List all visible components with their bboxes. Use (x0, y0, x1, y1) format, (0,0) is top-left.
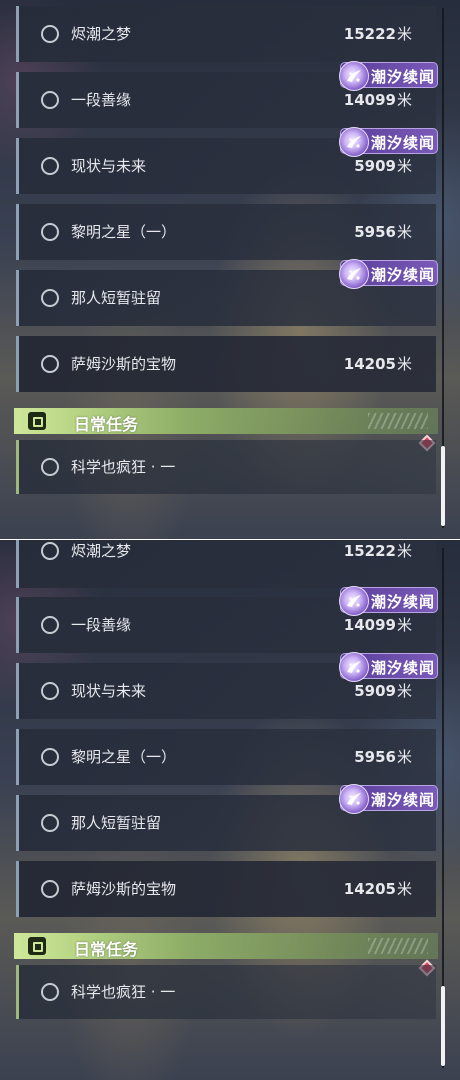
quest-title: 黎明之星（一） (71, 223, 177, 241)
quest-title: 现状与未来 (71, 682, 147, 700)
exclamation-box-icon: ! (28, 937, 46, 955)
quest-distance: 5956米 (354, 223, 412, 241)
circle-outline-icon (41, 458, 59, 476)
quest-distance: 14099米 (343, 91, 412, 109)
quest-row[interactable]: 烬潮之梦 15222米 (16, 540, 436, 588)
quest-distance: 14205米 (343, 880, 412, 898)
header-decoration (368, 413, 428, 429)
badge-label: 潮汐续闻 (371, 266, 436, 284)
tidal-story-badge: 潮汐续闻 (339, 784, 438, 814)
tidal-story-badge: 潮汐续闻 (339, 652, 438, 682)
quest-tracker-panel-top: 烬潮之梦 15222米 一段善缘 14099米 潮汐续闻 现状与未来 5909米… (0, 0, 460, 540)
circle-outline-icon (41, 542, 59, 560)
quest-row[interactable]: 萨姆沙斯的宝物 14205米 (16, 336, 436, 392)
quest-distance: 5909米 (354, 157, 412, 175)
badge-label: 潮汐续闻 (371, 593, 436, 611)
tidal-story-emblem-icon (339, 127, 369, 157)
tidal-story-badge: 潮汐续闻 (339, 586, 438, 616)
quest-row[interactable]: 黎明之星（一） 5956米 (16, 204, 436, 260)
quest-row[interactable]: 黎明之星（一） 5956米 (16, 729, 436, 785)
circle-outline-icon (41, 682, 59, 700)
quest-row[interactable]: 萨姆沙斯的宝物 14205米 (16, 861, 436, 917)
daily-quest-row[interactable]: 科学也疯狂 · 一 (16, 965, 436, 1019)
section-title: 日常任务 (74, 940, 139, 959)
quest-title: 科学也疯狂 · 一 (71, 983, 176, 1001)
tidal-story-badge: 潮汐续闻 (339, 127, 438, 157)
quest-title: 一段善缘 (71, 616, 132, 634)
circle-outline-icon (41, 289, 59, 307)
quest-title: 那人短暂驻留 (71, 289, 162, 307)
circle-outline-icon (41, 748, 59, 766)
quest-distance: 5956米 (354, 748, 412, 766)
circle-outline-icon (41, 814, 59, 832)
badge-label: 潮汐续闻 (371, 134, 436, 152)
badge-label: 潮汐续闻 (371, 791, 436, 809)
quest-title: 那人短暂驻留 (71, 814, 162, 832)
quest-title: 萨姆沙斯的宝物 (71, 880, 177, 898)
tidal-story-badge: 潮汐续闻 (339, 259, 438, 289)
scrollbar-thumb[interactable] (441, 986, 445, 1066)
circle-outline-icon (41, 223, 59, 241)
badge-label: 潮汐续闻 (371, 68, 436, 86)
quest-title: 科学也疯狂 · 一 (71, 458, 176, 476)
tidal-story-emblem-icon (339, 586, 369, 616)
tidal-story-emblem-icon (339, 784, 369, 814)
quest-title: 现状与未来 (71, 157, 147, 175)
exclamation-box-icon: ! (28, 412, 46, 430)
tidal-story-emblem-icon (339, 259, 369, 289)
quest-title: 烬潮之梦 (71, 25, 132, 43)
quest-title: 烬潮之梦 (71, 542, 132, 560)
quest-distance: 15222米 (343, 25, 412, 43)
quest-title: 黎明之星（一） (71, 748, 177, 766)
daily-quest-row[interactable]: 科学也疯狂 · 一 (16, 440, 436, 494)
quest-title: 萨姆沙斯的宝物 (71, 355, 177, 373)
scrollbar-thumb[interactable] (441, 446, 445, 526)
daily-quests-header[interactable]: ! 日常任务 (14, 408, 438, 434)
quest-distance: 14205米 (343, 355, 412, 373)
circle-outline-icon (41, 91, 59, 109)
circle-outline-icon (41, 157, 59, 175)
daily-quests-header[interactable]: ! 日常任务 (14, 933, 438, 959)
quest-tracker-panel-bottom: 烬潮之梦 15222米 一段善缘 14099米 潮汐续闻 现状与未来 5909米… (0, 540, 460, 1080)
tidal-story-emblem-icon (339, 652, 369, 682)
badge-label: 潮汐续闻 (371, 659, 436, 677)
quest-distance: 14099米 (343, 616, 412, 634)
circle-outline-icon (41, 25, 59, 43)
circle-outline-icon (41, 616, 59, 634)
quest-row[interactable]: 烬潮之梦 15222米 (16, 6, 436, 62)
header-decoration (368, 938, 428, 954)
circle-outline-icon (41, 983, 59, 1001)
quest-distance: 15222米 (343, 542, 412, 560)
section-title: 日常任务 (74, 415, 139, 434)
quest-distance: 5909米 (354, 682, 412, 700)
circle-outline-icon (41, 880, 59, 898)
tidal-story-badge: 潮汐续闻 (339, 61, 438, 91)
circle-outline-icon (41, 355, 59, 373)
tidal-story-emblem-icon (339, 61, 369, 91)
quest-title: 一段善缘 (71, 91, 132, 109)
